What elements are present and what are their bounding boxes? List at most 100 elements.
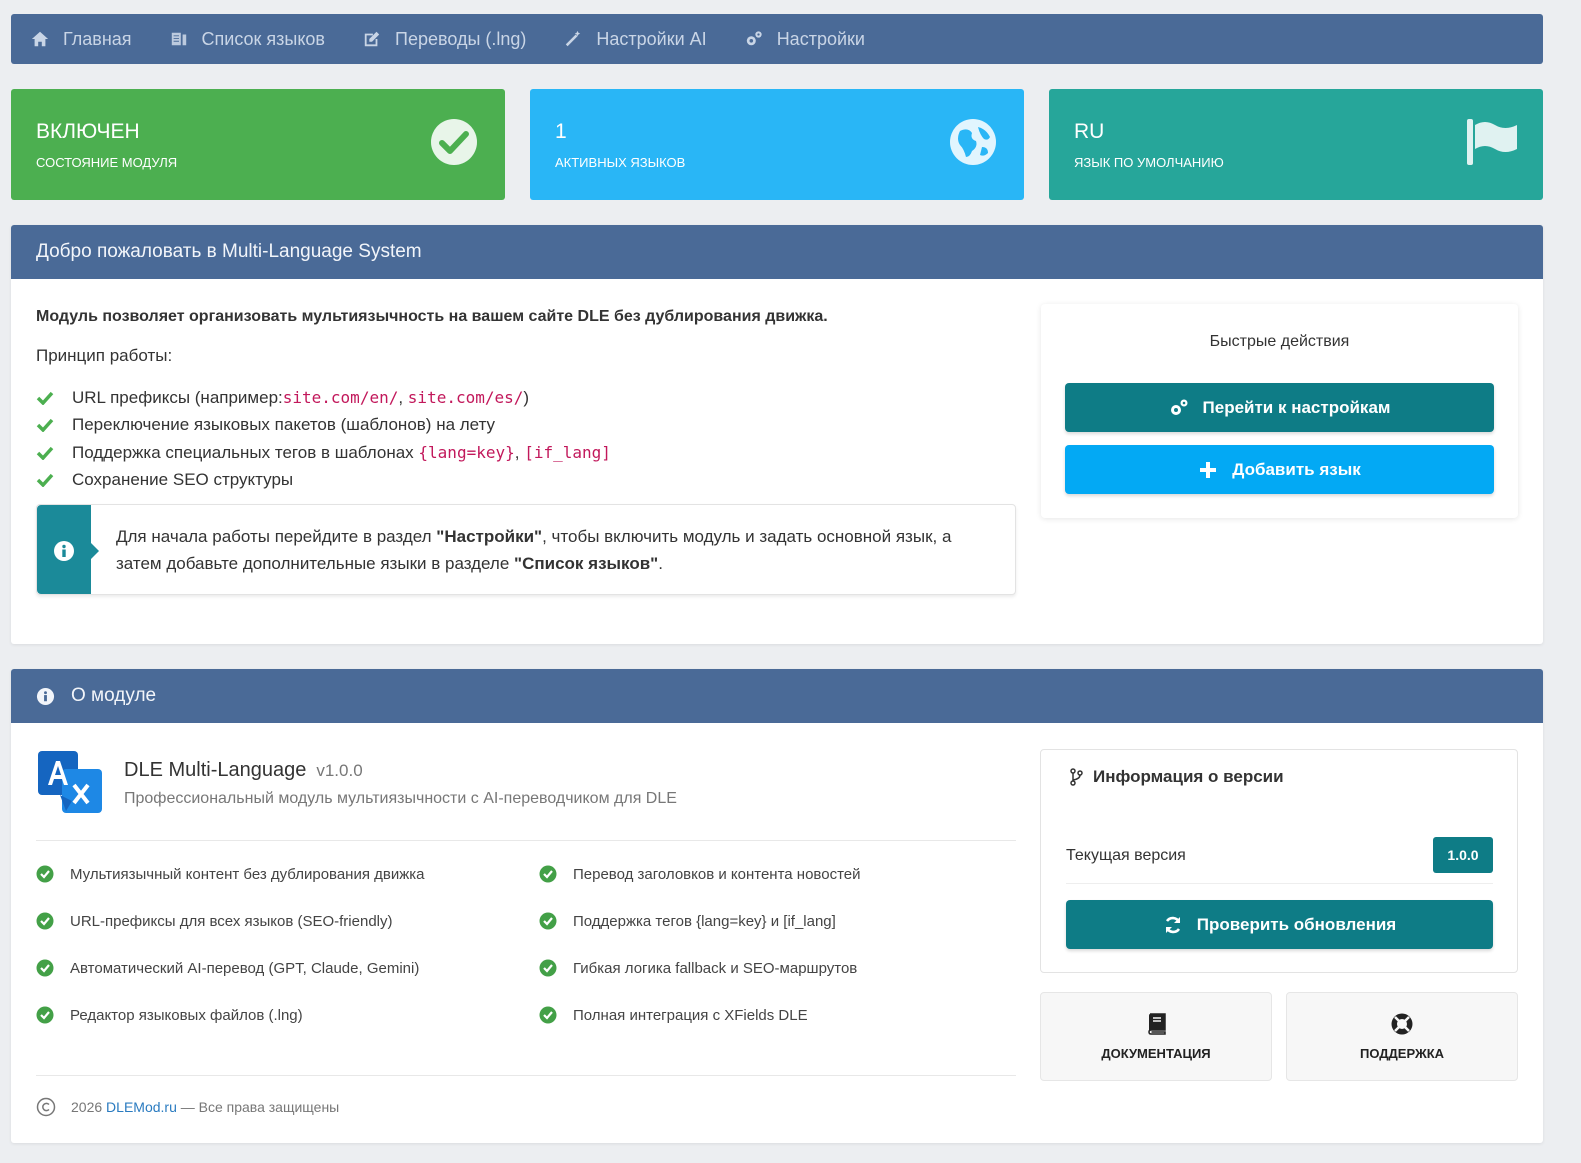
- module-description: Профессиональный модуль мультиязычности …: [124, 790, 677, 807]
- principle-list: URL префиксы (например: site.com/en/, si…: [36, 384, 611, 494]
- home-icon: [31, 30, 49, 48]
- check-circle-icon: [36, 912, 54, 930]
- feature-item: Гибкая логика fallback и SEO-маршрутов: [539, 959, 857, 977]
- nav-item-language-list[interactable]: Список языков: [170, 29, 325, 50]
- feature-item: Мультиязычный контент без дублирования д…: [36, 865, 425, 883]
- callout-text: Для начала работы перейдите в раздел "На…: [116, 523, 995, 577]
- check-circle-icon: [36, 959, 54, 977]
- feature-item: Поддержка тегов {lang=key} и [if_lang]: [539, 912, 836, 930]
- translate-logo-icon: [38, 751, 102, 813]
- check-circle-icon: [36, 1006, 54, 1024]
- language-list-icon: [170, 30, 188, 48]
- nav-item-home[interactable]: Главная: [31, 29, 132, 50]
- nav-label: Главная: [63, 28, 132, 49]
- version-info-title: Информация о версии: [1093, 767, 1284, 786]
- feature-text: Сохранение SEO структуры: [72, 470, 294, 490]
- dlemod-link[interactable]: DLEMod.ru: [106, 1099, 177, 1115]
- current-version-label: Текущая версия: [1066, 847, 1186, 864]
- language-list-ref: "Список языков": [514, 554, 659, 573]
- documentation-label: ДОКУМЕНТАЦИЯ: [1101, 1046, 1211, 1061]
- feature-text: Редактор языковых файлов (.lng): [70, 1006, 303, 1024]
- version-info-header: Информация о версии: [1069, 767, 1284, 787]
- feature-text: Перевод заголовков и контента новостей: [573, 865, 861, 883]
- list-item: Поддержка специальных тегов в шаблонах {…: [36, 439, 611, 467]
- module-status-value: ВКЛЮЧЕН: [36, 120, 140, 143]
- feature-text: Поддержка тегов {lang=key} и [if_lang]: [573, 912, 836, 930]
- check-updates-button[interactable]: Проверить обновления: [1066, 900, 1493, 949]
- check-icon: [36, 419, 54, 433]
- active-languages-label: АКТИВНЫХ ЯЗЫКОВ: [555, 155, 686, 170]
- feature-text: Автоматический AI-перевод (GPT, Claude, …: [70, 959, 420, 977]
- feature-text: Гибкая логика fallback и SEO-маршрутов: [573, 959, 858, 977]
- life-ring-icon: [1391, 1013, 1413, 1035]
- info-callout: Для начала работы перейдите в раздел "На…: [36, 504, 1016, 595]
- nav-label: Переводы (.lng): [395, 28, 527, 49]
- separator: ,: [398, 387, 408, 407]
- documentation-card[interactable]: ДОКУМЕНТАЦИЯ: [1040, 992, 1272, 1081]
- code-sample: [if_lang]: [524, 443, 611, 463]
- feature-item: Перевод заголовков и контента новостей: [539, 865, 861, 883]
- module-status-tile: ВКЛЮЧЕН СОСТОЯНИЕ МОДУЛЯ: [11, 89, 505, 200]
- module-name-text: DLE Multi-Language: [124, 759, 307, 781]
- active-languages-tile: 1 АКТИВНЫХ ЯЗЫКОВ: [530, 89, 1024, 200]
- support-card[interactable]: ПОДДЕРЖКА: [1286, 992, 1518, 1081]
- welcome-panel-title: Добро пожаловать в Multi-Language System: [11, 225, 1543, 279]
- flag-icon: [1467, 119, 1517, 165]
- info-icon: [36, 687, 55, 705]
- button-label: Перейти к настройкам: [1202, 397, 1391, 417]
- nav-item-ai-settings[interactable]: Настройки AI: [564, 29, 707, 50]
- go-to-settings-button[interactable]: Перейти к настройкам: [1065, 383, 1494, 432]
- about-panel: О модуле DLE Multi-Language v1.0.0 Профес…: [11, 669, 1543, 1143]
- list-item: URL префиксы (например: site.com/en/, si…: [36, 384, 611, 412]
- feature-text: URL-префиксы для всех языков (SEO-friend…: [70, 912, 393, 930]
- nav-label: Настройки: [776, 28, 865, 49]
- default-language-label: ЯЗЫК ПО УМОЛЧАНИЮ: [1074, 155, 1224, 170]
- check-icon: [36, 474, 54, 488]
- active-languages-value: 1: [555, 120, 567, 143]
- module-name: DLE Multi-Language v1.0.0: [124, 759, 363, 782]
- callout-side: [37, 505, 91, 594]
- current-version-badge: 1.0.0: [1433, 837, 1493, 873]
- nav-item-translations[interactable]: Переводы (.lng): [363, 29, 526, 50]
- default-language-tile: RU ЯЗЫК ПО УМОЛЧАНИЮ: [1049, 89, 1543, 200]
- info-icon: [54, 541, 74, 561]
- about-panel-header: О модуле: [11, 669, 1543, 723]
- module-version: v1.0.0: [316, 761, 363, 780]
- globe-icon: [950, 119, 996, 165]
- welcome-panel: Добро пожаловать в Multi-Language System…: [11, 225, 1543, 644]
- feature-item: Автоматический AI-перевод (GPT, Claude, …: [36, 959, 419, 977]
- check-circle-icon: [431, 119, 477, 165]
- code-sample: {lang=key}: [418, 443, 515, 463]
- copyright-year: 2026: [71, 1099, 103, 1115]
- feature-text: Поддержка специальных тегов в шаблонах: [72, 442, 419, 462]
- feature-text-end: ): [523, 387, 530, 407]
- add-language-button[interactable]: Добавить язык: [1065, 445, 1494, 494]
- copyright: 2026 DLEMod.ru — Все права защищены: [36, 1097, 339, 1117]
- divider: [1066, 883, 1493, 884]
- check-icon: [36, 391, 54, 405]
- separator: ,: [514, 442, 525, 462]
- list-item: Сохранение SEO структуры: [36, 467, 611, 495]
- about-panel-title: О модуле: [71, 685, 157, 706]
- quick-actions: Быстрые действия Перейти к настройкам До…: [1041, 304, 1518, 518]
- feature-text: Полная интеграция с XFields DLE: [573, 1006, 808, 1024]
- check-circle-icon: [539, 959, 557, 977]
- callout-part: Для начала работы перейдите в раздел: [116, 527, 437, 546]
- settings-ref: "Настройки": [436, 527, 543, 546]
- version-info-box: Информация о версии Текущая версия 1.0.0…: [1040, 749, 1518, 973]
- code-sample: site.com/es/: [407, 388, 524, 408]
- welcome-intro: Модуль позволяет организовать мультиязыч…: [36, 308, 828, 325]
- feature-text: URL префиксы (например:: [72, 387, 283, 407]
- nav-item-settings[interactable]: Настройки: [745, 29, 865, 50]
- top-nav: Главная Список языков Переводы (.lng) На…: [11, 14, 1543, 64]
- plus-icon: [1200, 461, 1217, 478]
- code-sample: site.com/en/: [282, 388, 399, 408]
- check-circle-icon: [539, 912, 557, 930]
- check-circle-icon: [36, 865, 54, 883]
- feature-text: Переключение языковых пакетов (шаблонов)…: [72, 415, 496, 435]
- check-icon: [36, 446, 54, 460]
- check-circle-icon: [539, 865, 557, 883]
- nav-label: Список языков: [201, 28, 325, 49]
- refresh-icon: [1165, 916, 1180, 933]
- magic-wand-icon: [564, 30, 582, 48]
